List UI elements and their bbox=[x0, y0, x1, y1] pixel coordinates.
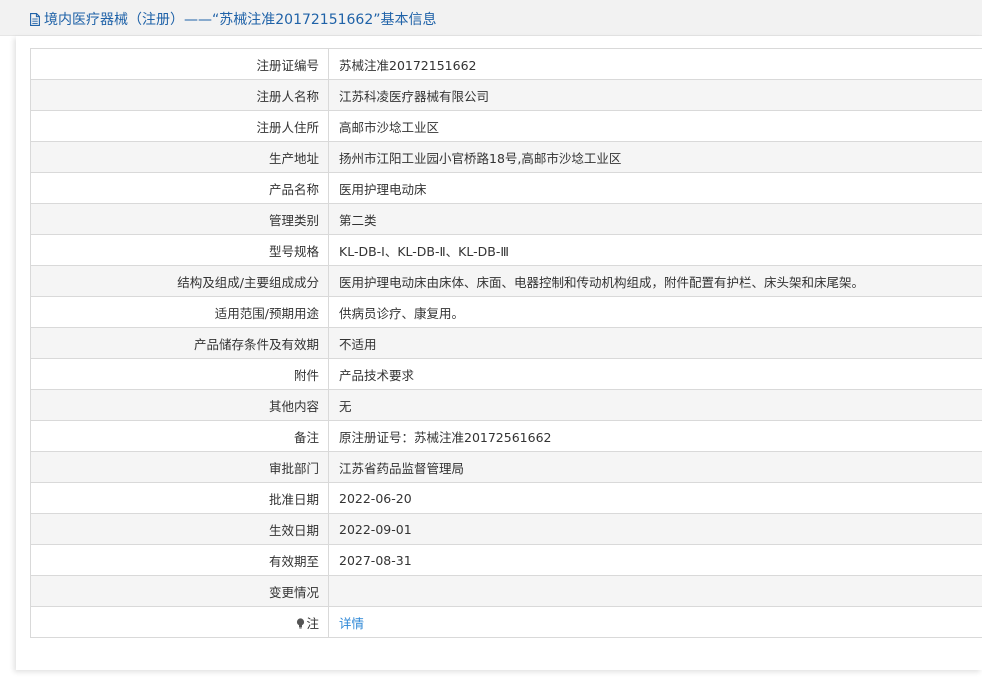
table-row: 注册人住所 高邮市沙埝工业区 bbox=[30, 110, 982, 142]
table-row: 附件 产品技术要求 bbox=[30, 358, 982, 390]
row-label: 结构及组成/主要组成成分 bbox=[30, 265, 329, 297]
row-value: 供病员诊疗、康复用。 bbox=[328, 296, 982, 328]
row-value: 原注册证号：苏械注准20172561662 bbox=[328, 420, 982, 452]
row-label: 注册人名称 bbox=[30, 79, 329, 111]
row-label: 备注 bbox=[30, 420, 329, 452]
document-icon bbox=[30, 12, 40, 26]
row-value: 不适用 bbox=[328, 327, 982, 359]
table-row: 产品储存条件及有效期 不适用 bbox=[30, 327, 982, 359]
info-table: 注册证编号 苏械注准20172151662 注册人名称 江苏科凌医疗器械有限公司… bbox=[30, 48, 982, 638]
row-value: 医用护理电动床由床体、床面、电器控制和传动机构组成，附件配置有护栏、床头架和床尾… bbox=[328, 265, 982, 297]
note-value-cell: 详情 bbox=[328, 606, 982, 638]
row-label: 生效日期 bbox=[30, 513, 329, 545]
table-row: 生效日期 2022-09-01 bbox=[30, 513, 982, 545]
row-label: 附件 bbox=[30, 358, 329, 390]
table-row: 备注 原注册证号：苏械注准20172561662 bbox=[30, 420, 982, 452]
row-label: 注册人住所 bbox=[30, 110, 329, 142]
row-value: 江苏科凌医疗器械有限公司 bbox=[328, 79, 982, 111]
table-row-note: 注 详情 bbox=[30, 606, 982, 638]
row-label: 产品名称 bbox=[30, 172, 329, 204]
row-value: 苏械注准20172151662 bbox=[328, 48, 982, 80]
row-label: 注册证编号 bbox=[30, 48, 329, 80]
row-value: 第二类 bbox=[328, 203, 982, 235]
page-title-text: 境内医疗器械（注册）——“苏械注准20172151662”基本信息 bbox=[44, 12, 437, 28]
table-row: 结构及组成/主要组成成分 医用护理电动床由床体、床面、电器控制和传动机构组成，附… bbox=[30, 265, 982, 297]
row-label: 审批部门 bbox=[30, 451, 329, 483]
row-value: 江苏省药品监督管理局 bbox=[328, 451, 982, 483]
note-label-cell: 注 bbox=[30, 606, 329, 638]
row-label: 变更情况 bbox=[30, 575, 329, 607]
row-value: KL-DB-Ⅰ、KL-DB-Ⅱ、KL-DB-Ⅲ bbox=[328, 234, 982, 266]
row-value: 2022-06-20 bbox=[328, 482, 982, 514]
page: 境内医疗器械（注册）——“苏械注准20172151662”基本信息 注册证编号 … bbox=[0, 0, 982, 680]
table-row: 注册证编号 苏械注准20172151662 bbox=[30, 48, 982, 80]
table-row: 生产地址 扬州市江阳工业园小官桥路18号,高邮市沙埝工业区 bbox=[30, 141, 982, 173]
table-row: 产品名称 医用护理电动床 bbox=[30, 172, 982, 204]
row-label: 生产地址 bbox=[30, 141, 329, 173]
table-row: 型号规格 KL-DB-Ⅰ、KL-DB-Ⅱ、KL-DB-Ⅲ bbox=[30, 234, 982, 266]
row-value bbox=[328, 575, 982, 607]
table-row: 注册人名称 江苏科凌医疗器械有限公司 bbox=[30, 79, 982, 111]
row-value: 无 bbox=[328, 389, 982, 421]
page-title: 境内医疗器械（注册）——“苏械注准20172151662”基本信息 bbox=[30, 9, 436, 29]
row-value: 医用护理电动床 bbox=[328, 172, 982, 204]
row-value: 扬州市江阳工业园小官桥路18号,高邮市沙埝工业区 bbox=[328, 141, 982, 173]
table-row: 审批部门 江苏省药品监督管理局 bbox=[30, 451, 982, 483]
table-row: 管理类别 第二类 bbox=[30, 203, 982, 235]
header-bar: 境内医疗器械（注册）——“苏械注准20172151662”基本信息 bbox=[0, 0, 982, 36]
table-row: 变更情况 bbox=[30, 575, 982, 607]
table-row: 有效期至 2027-08-31 bbox=[30, 544, 982, 576]
row-label: 批准日期 bbox=[30, 482, 329, 514]
row-label: 其他内容 bbox=[30, 389, 329, 421]
row-label: 型号规格 bbox=[30, 234, 329, 266]
row-label: 产品储存条件及有效期 bbox=[30, 327, 329, 359]
info-panel: 注册证编号 苏械注准20172151662 注册人名称 江苏科凌医疗器械有限公司… bbox=[16, 36, 982, 670]
table-row: 其他内容 无 bbox=[30, 389, 982, 421]
row-value: 2027-08-31 bbox=[328, 544, 982, 576]
row-label: 管理类别 bbox=[30, 203, 329, 235]
lightbulb-icon bbox=[297, 617, 305, 628]
row-label: 有效期至 bbox=[30, 544, 329, 576]
row-value: 2022-09-01 bbox=[328, 513, 982, 545]
note-label: 注 bbox=[306, 615, 319, 631]
table-row: 批准日期 2022-06-20 bbox=[30, 482, 982, 514]
row-value: 高邮市沙埝工业区 bbox=[328, 110, 982, 142]
details-link[interactable]: 详情 bbox=[339, 616, 364, 631]
row-value: 产品技术要求 bbox=[328, 358, 982, 390]
row-label: 适用范围/预期用途 bbox=[30, 296, 329, 328]
table-row: 适用范围/预期用途 供病员诊疗、康复用。 bbox=[30, 296, 982, 328]
info-table-body: 注册证编号 苏械注准20172151662 注册人名称 江苏科凌医疗器械有限公司… bbox=[30, 48, 982, 638]
